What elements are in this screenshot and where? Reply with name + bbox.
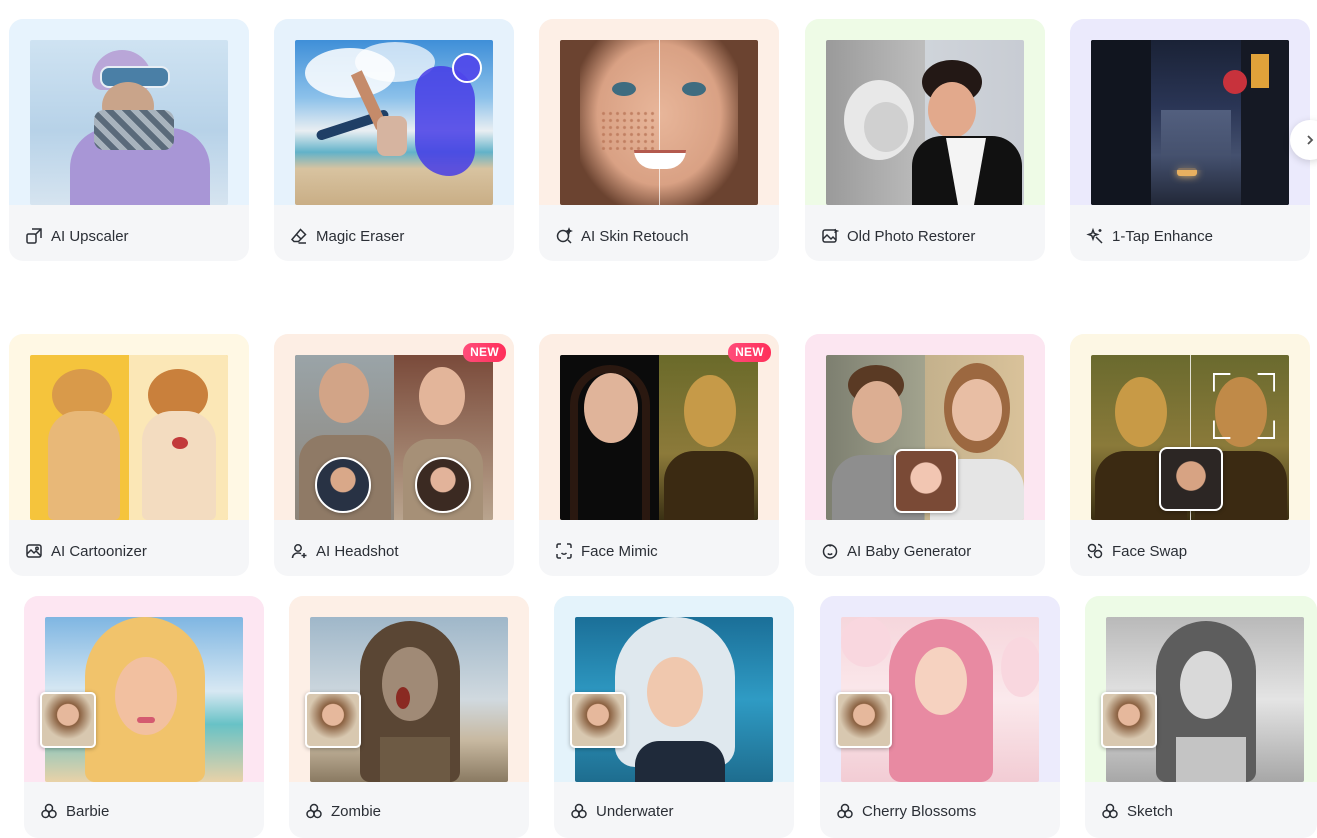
tool-card-ai-cartoonizer[interactable]: AI Cartoonizer (9, 334, 249, 576)
headshot-source-avatar (415, 457, 471, 513)
headshot-source-avatar (315, 457, 371, 513)
magic-eraser-thumbnail (295, 40, 493, 205)
card-label: Barbie (66, 802, 110, 820)
baby-icon (821, 542, 839, 560)
cartoon-icon (25, 542, 43, 560)
tool-card-ai-upscaler[interactable]: AI Upscaler (9, 19, 249, 261)
style-icon (836, 802, 854, 820)
card-label: Face Swap (1112, 542, 1188, 560)
style-card-underwater[interactable]: Underwater (554, 596, 794, 838)
card-label: Underwater (596, 802, 674, 820)
style-icon (570, 802, 588, 820)
source-photo-inset (836, 692, 892, 748)
style-icon (305, 802, 323, 820)
source-photo-inset (1101, 692, 1157, 748)
photo-restore-icon (821, 227, 839, 245)
card-label: AI Skin Retouch (581, 227, 689, 245)
style-icon (40, 802, 58, 820)
ai-skin-retouch-thumbnail (560, 40, 758, 205)
card-label: 1-Tap Enhance (1112, 227, 1213, 245)
enhance-icon (1086, 227, 1104, 245)
ai-headshot-thumbnail (295, 355, 493, 520)
card-label: Cherry Blossoms (862, 802, 977, 820)
face-mimic-thumbnail (560, 355, 758, 520)
eraser-icon (290, 227, 308, 245)
new-badge: NEW (728, 343, 771, 362)
card-label: Magic Eraser (316, 227, 405, 245)
tool-card-face-mimic[interactable]: NEW Face Mimic (539, 334, 779, 576)
tool-card-magic-eraser[interactable]: Magic Eraser (274, 19, 514, 261)
face-swap-source-inset (1159, 447, 1223, 511)
baby-result-inset (894, 449, 958, 513)
new-badge: NEW (463, 343, 506, 362)
face-swap-icon (1086, 542, 1104, 560)
card-label: AI Upscaler (51, 227, 129, 245)
source-photo-inset (305, 692, 361, 748)
tool-card-ai-skin-retouch[interactable]: AI Skin Retouch (539, 19, 779, 261)
tool-card-face-swap[interactable]: Face Swap (1070, 334, 1310, 576)
headshot-icon (290, 542, 308, 560)
upscale-icon (25, 227, 43, 245)
old-photo-restorer-thumbnail (826, 40, 1024, 205)
tool-card-old-photo-restorer[interactable]: Old Photo Restorer (805, 19, 1045, 261)
style-card-sketch[interactable]: Sketch (1085, 596, 1317, 838)
style-icon (1101, 802, 1119, 820)
1-tap-enhance-thumbnail (1091, 40, 1289, 205)
tool-card-ai-headshot[interactable]: NEW AI Headshot (274, 334, 514, 576)
tool-card-ai-baby-generator[interactable]: AI Baby Generator (805, 334, 1045, 576)
tool-card-1-tap-enhance[interactable]: 1-Tap Enhance (1070, 19, 1310, 261)
style-card-barbie[interactable]: Barbie (24, 596, 264, 838)
ai-upscaler-thumbnail (30, 40, 228, 205)
card-label: Zombie (331, 802, 382, 820)
card-label: AI Cartoonizer (51, 542, 147, 560)
card-label: Face Mimic (581, 542, 658, 560)
source-photo-inset (40, 692, 96, 748)
card-label: AI Baby Generator (847, 542, 972, 560)
face-mimic-icon (555, 542, 573, 560)
card-label: Sketch (1127, 802, 1173, 820)
style-card-cherry-blossoms[interactable]: Cherry Blossoms (820, 596, 1060, 838)
face-swap-thumbnail (1091, 355, 1289, 520)
card-label: Old Photo Restorer (847, 227, 976, 245)
source-photo-inset (570, 692, 626, 748)
card-label: AI Headshot (316, 542, 399, 560)
chevron-right-icon (1307, 135, 1314, 145)
ai-baby-generator-thumbnail (826, 355, 1024, 520)
skin-retouch-icon (555, 227, 573, 245)
ai-cartoonizer-thumbnail (30, 355, 228, 520)
style-card-zombie[interactable]: Zombie (289, 596, 529, 838)
